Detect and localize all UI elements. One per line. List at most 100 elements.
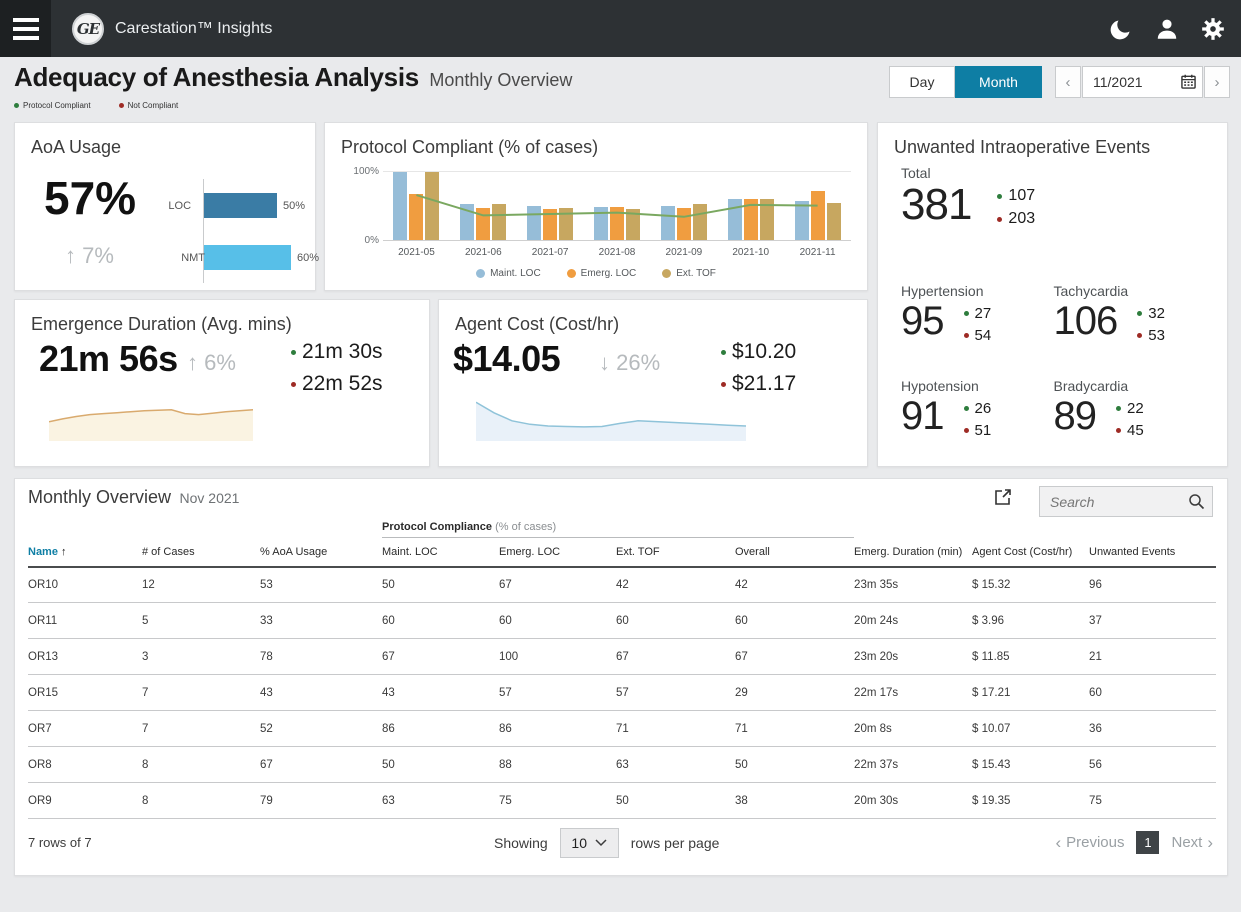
bar-ext-tof[interactable] [693, 204, 707, 240]
topbar: GE Carestation™ Insights [0, 0, 1241, 57]
emergence-value: 21m 56s [39, 338, 178, 380]
bar-ext-tof[interactable] [559, 208, 573, 240]
column-header-emerg-loc[interactable]: Emerg. LOC [499, 538, 616, 567]
bar-emerg-loc[interactable] [543, 209, 557, 240]
trend-up-icon: ↑ [187, 350, 198, 375]
agent-cost-card: Agent Cost (Cost/hr) $14.05 ↓ 26% $10.20… [438, 299, 868, 467]
protocol-chart-legend: Maint. LOC Emerg. LOC Ext. TOF [325, 268, 867, 279]
table-row[interactable]: OR98796375503820m 30s$ 19.3575 [28, 783, 1216, 819]
not-compliant-dot-icon [119, 103, 124, 108]
page: GE Carestation™ Insights [0, 0, 1241, 912]
event-bradycardia: Bradycardia 89 22 45 [1054, 378, 1207, 439]
table-body: OR1012535067424223m 35s$ 15.3296OR115336… [28, 567, 1216, 819]
bar-emerg-loc[interactable] [744, 199, 758, 240]
bar-emerg-loc[interactable] [476, 208, 490, 240]
column-header-cases[interactable]: # of Cases [142, 538, 260, 567]
bar-maint-loc[interactable] [594, 207, 608, 240]
bar-maint-loc[interactable] [728, 199, 742, 240]
table-row[interactable]: OR77528686717120m 8s$ 10.0736 [28, 711, 1216, 747]
column-header-maint-loc[interactable]: Maint. LOC [382, 538, 499, 567]
bar-maint-loc[interactable] [661, 206, 675, 240]
table-cell: 12 [142, 567, 260, 603]
event-tachycardia: Tachycardia 106 32 53 [1054, 283, 1207, 344]
table-cell: 23m 20s [854, 639, 972, 675]
bar-emerg-loc[interactable] [811, 191, 825, 240]
column-header-name[interactable]: Name ↑ [28, 538, 142, 567]
table-cell: 7 [142, 675, 260, 711]
table-cell: 43 [382, 675, 499, 711]
table-row[interactable]: OR115336060606020m 24s$ 3.9637 [28, 603, 1216, 639]
unwanted-events-title: Unwanted Intraoperative Events [894, 137, 1150, 158]
unwanted-events-card: Unwanted Intraoperative Events Total 381… [877, 122, 1228, 467]
table-cell: 42 [735, 567, 854, 603]
compliance-legend: Protocol Compliant Not Compliant [14, 101, 178, 110]
table-cell: 22m 17s [854, 675, 972, 711]
table-cell: 60 [382, 603, 499, 639]
aoa-usage-value: 57% [44, 171, 136, 225]
export-icon[interactable] [993, 487, 1015, 509]
bar-emerg-loc[interactable] [409, 194, 423, 240]
column-header-agent-cost[interactable]: Agent Cost (Cost/hr) [972, 538, 1089, 567]
legend-maint-loc[interactable]: Maint. LOC [476, 268, 541, 279]
column-header-emerg-duration[interactable]: Emerg. Duration (min) [854, 538, 972, 567]
bar-ext-tof[interactable] [425, 172, 439, 240]
nmt-bar-value: 60% [297, 252, 319, 264]
bar-maint-loc[interactable] [460, 204, 474, 240]
next-month-button[interactable]: › [1204, 66, 1230, 98]
emergence-dots: 21m 30s 22m 52s [291, 340, 383, 396]
legend-item-not-compliant: Not Compliant [119, 101, 179, 110]
table-cell: OR11 [28, 603, 142, 639]
user-profile-icon[interactable] [1153, 15, 1181, 43]
aoa-usage-card: AoA Usage 57% ↑ 7% LOC 50% NMT 60% [14, 122, 316, 291]
table-row[interactable]: OR88675088635022m 37s$ 15.4356 [28, 747, 1216, 783]
search-input[interactable] [1039, 486, 1213, 517]
page-number-button[interactable]: 1 [1136, 831, 1159, 854]
compliant-dot-icon [14, 103, 19, 108]
bar-ext-tof[interactable] [626, 209, 640, 240]
month-toggle-button[interactable]: Month [955, 66, 1042, 98]
table-cell: $ 3.96 [972, 603, 1089, 639]
bar-ext-tof[interactable] [492, 204, 506, 240]
hamburger-menu-icon[interactable] [0, 0, 51, 57]
bar-maint-loc[interactable] [795, 201, 809, 240]
group-header-row: Protocol Compliance (% of cases) [28, 515, 1216, 538]
bar-emerg-loc[interactable] [610, 207, 624, 240]
protocol-compliance-group-header: Protocol Compliance (% of cases) [382, 515, 854, 538]
table-row[interactable]: OR157434357572922m 17s$ 17.2160 [28, 675, 1216, 711]
column-header-overall[interactable]: Overall [735, 538, 854, 567]
table-row[interactable]: OR1012535067424223m 35s$ 15.3296 [28, 567, 1216, 603]
table-cell: 67 [616, 639, 735, 675]
nmt-bar[interactable] [204, 245, 291, 270]
settings-gear-icon[interactable] [1199, 15, 1227, 43]
column-header-aoa-usage[interactable]: % AoA Usage [260, 538, 382, 567]
protocol-chart-title: Protocol Compliant (% of cases) [341, 137, 598, 158]
previous-page-button[interactable]: ‹ Previous [1055, 834, 1124, 851]
trend-down-icon: ↓ [599, 350, 610, 375]
loc-bar[interactable] [204, 193, 277, 218]
column-header-ext-tof[interactable]: Ext. TOF [616, 538, 735, 567]
not-compliant-dot-icon [964, 428, 969, 433]
bar-ext-tof[interactable] [760, 199, 774, 240]
chevron-down-icon [595, 839, 607, 847]
bar-ext-tof[interactable] [827, 203, 841, 240]
search-icon[interactable] [1188, 493, 1205, 515]
bar-emerg-loc[interactable] [677, 208, 691, 240]
day-toggle-button[interactable]: Day [889, 66, 955, 98]
legend-emerg-loc[interactable]: Emerg. LOC [567, 268, 637, 279]
next-page-button[interactable]: Next › [1171, 834, 1213, 851]
previous-month-button[interactable]: ‹ [1055, 66, 1081, 98]
bar-maint-loc[interactable] [527, 206, 541, 240]
page-size-select[interactable]: 10 [560, 828, 619, 858]
events-grid: Hypertension 95 27 54 Tachycardia 106 32… [901, 283, 1206, 439]
table-title: Monthly Overview [28, 487, 171, 507]
table-cell: $ 15.43 [972, 747, 1089, 783]
table-cell: 20m 24s [854, 603, 972, 639]
table-row[interactable]: OR1337867100676723m 20s$ 11.8521 [28, 639, 1216, 675]
legend-ext-tof[interactable]: Ext. TOF [662, 268, 716, 279]
bar-maint-loc[interactable] [393, 172, 407, 240]
column-header-unwanted-events[interactable]: Unwanted Events [1089, 538, 1216, 567]
compliant-dot-icon [997, 194, 1002, 199]
calendar-icon[interactable] [1181, 74, 1196, 94]
dark-mode-moon-icon[interactable] [1107, 15, 1135, 43]
table-cell: 71 [735, 711, 854, 747]
